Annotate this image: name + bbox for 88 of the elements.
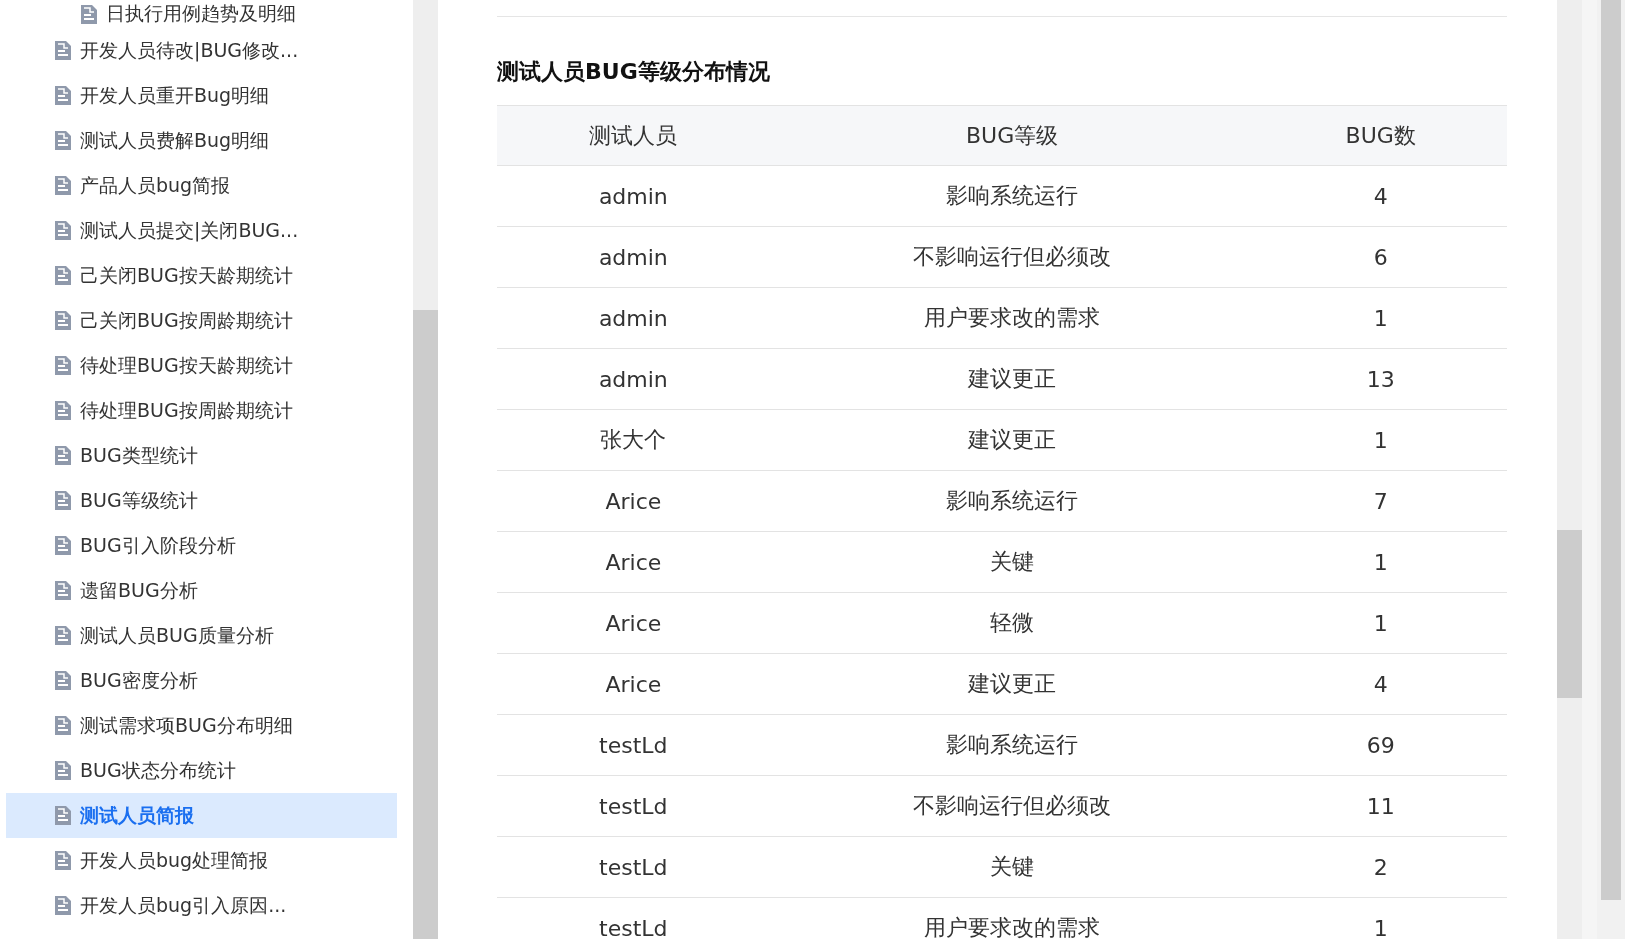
table-cell: 用户要求改的需求	[769, 287, 1255, 349]
document-icon	[54, 625, 72, 646]
table-cell: admin	[497, 348, 770, 410]
document-icon	[54, 490, 72, 511]
sidebar-item[interactable]: 产品人员bug简报	[6, 163, 397, 208]
sidebar-item[interactable]: 开发人员bug处理简报	[6, 838, 397, 883]
sidebar-item[interactable]: 待处理BUG按天龄期统计	[6, 343, 397, 388]
column-header: 测试人员	[497, 105, 770, 166]
table-cell: 11	[1254, 775, 1507, 837]
sidebar-item[interactable]: 测试需求项BUG分布明细	[6, 703, 397, 748]
table-cell: 关键	[769, 531, 1255, 593]
sidebar-item[interactable]: 开发人员bug引入原因...	[6, 883, 397, 928]
table-cell: 轻微	[769, 592, 1255, 654]
table-cell: 用户要求改的需求	[769, 897, 1255, 939]
sidebar-item[interactable]: BUG密度分析	[6, 658, 397, 703]
table-cell: 不影响运行但必须改	[769, 775, 1255, 837]
table-cell: testLd	[497, 714, 770, 776]
sidebar-item[interactable]: 己关闭BUG按天龄期统计	[6, 253, 397, 298]
table-cell: 影响系统运行	[769, 470, 1255, 532]
sidebar-item[interactable]: 遗留BUG分析	[6, 568, 397, 613]
table-cell: testLd	[497, 897, 770, 939]
sidebar-item[interactable]: BUG引入阶段分析	[6, 523, 397, 568]
document-icon	[54, 670, 72, 691]
sidebar-item[interactable]: 测试人员BUG质量分析	[6, 613, 397, 658]
table-cell: 6	[1254, 226, 1507, 288]
table-cell: 69	[1254, 714, 1507, 776]
table-cell: Arice	[497, 470, 770, 532]
table-cell: 4	[1254, 653, 1507, 715]
table-cell: 7	[1254, 470, 1507, 532]
table-cell: 1	[1254, 897, 1507, 939]
table-cell: 建议更正	[769, 409, 1255, 471]
document-icon	[54, 175, 72, 196]
table-cell: 4	[1254, 165, 1507, 227]
table-cell: 1	[1254, 409, 1507, 471]
table-cell: 影响系统运行	[769, 714, 1255, 776]
table-cell: admin	[497, 165, 770, 227]
sidebar-item[interactable]: 己关闭BUG按周龄期统计	[6, 298, 397, 343]
sidebar-item[interactable]: BUG等级统计	[6, 478, 397, 523]
sidebar-item[interactable]: 开发人员重开Bug明细	[6, 73, 397, 118]
table-cell: 建议更正	[769, 653, 1255, 715]
sidebar-item[interactable]: BUG状态分布统计	[6, 748, 397, 793]
document-icon	[54, 220, 72, 241]
document-icon	[54, 400, 72, 421]
document-icon	[54, 805, 72, 826]
table-cell: Arice	[497, 531, 770, 593]
sidebar-item[interactable]: 日执行用例趋势及明细	[6, 0, 397, 28]
document-icon	[54, 40, 72, 61]
document-icon	[54, 895, 72, 916]
sidebar-item[interactable]: 测试人员费解Bug明细	[6, 118, 397, 163]
table-cell: Arice	[497, 653, 770, 715]
document-icon	[54, 760, 72, 781]
document-icon	[54, 580, 72, 601]
table-cell: 13	[1254, 348, 1507, 410]
table-cell: Arice	[497, 592, 770, 654]
sidebar-item[interactable]: 测试人员简报	[6, 793, 397, 838]
document-icon	[54, 715, 72, 736]
table-cell: 不影响运行但必须改	[769, 226, 1255, 288]
document-icon	[54, 85, 72, 106]
sidebar-item[interactable]: 测试人员提交|关闭BUG...	[6, 208, 397, 253]
table-cell: 2	[1254, 836, 1507, 898]
scrollbar[interactable]	[413, 0, 438, 939]
document-icon	[54, 355, 72, 376]
table-cell: 张大个	[497, 409, 770, 471]
document-icon	[54, 850, 72, 871]
table-cell: testLd	[497, 775, 770, 837]
table-cell: 1	[1254, 287, 1507, 349]
document-icon	[54, 130, 72, 151]
document-icon	[54, 265, 72, 286]
table-cell: 1	[1254, 531, 1507, 593]
table-cell: 关键	[769, 836, 1255, 898]
table-cell: testLd	[497, 836, 770, 898]
document-icon	[54, 535, 72, 556]
table-cell: 1	[1254, 592, 1507, 654]
scrollbar[interactable]	[1597, 0, 1625, 939]
column-header: BUG数	[1254, 105, 1507, 166]
sidebar-item[interactable]: 开发人员待改|BUG修改...	[6, 28, 397, 73]
sidebar-item[interactable]: 待处理BUG按周龄期统计	[6, 388, 397, 433]
table-cell: admin	[497, 287, 770, 349]
table-cell: 建议更正	[769, 348, 1255, 410]
scrollbar[interactable]	[1557, 0, 1582, 939]
table-cell: admin	[497, 226, 770, 288]
column-header: BUG等级	[769, 105, 1255, 166]
sidebar-item[interactable]: BUG类型统计	[6, 433, 397, 478]
document-icon	[80, 3, 98, 25]
document-icon	[54, 310, 72, 331]
table-cell: 影响系统运行	[769, 165, 1255, 227]
section-title: 测试人员BUG等级分布情况	[497, 58, 771, 86]
document-icon	[54, 445, 72, 466]
